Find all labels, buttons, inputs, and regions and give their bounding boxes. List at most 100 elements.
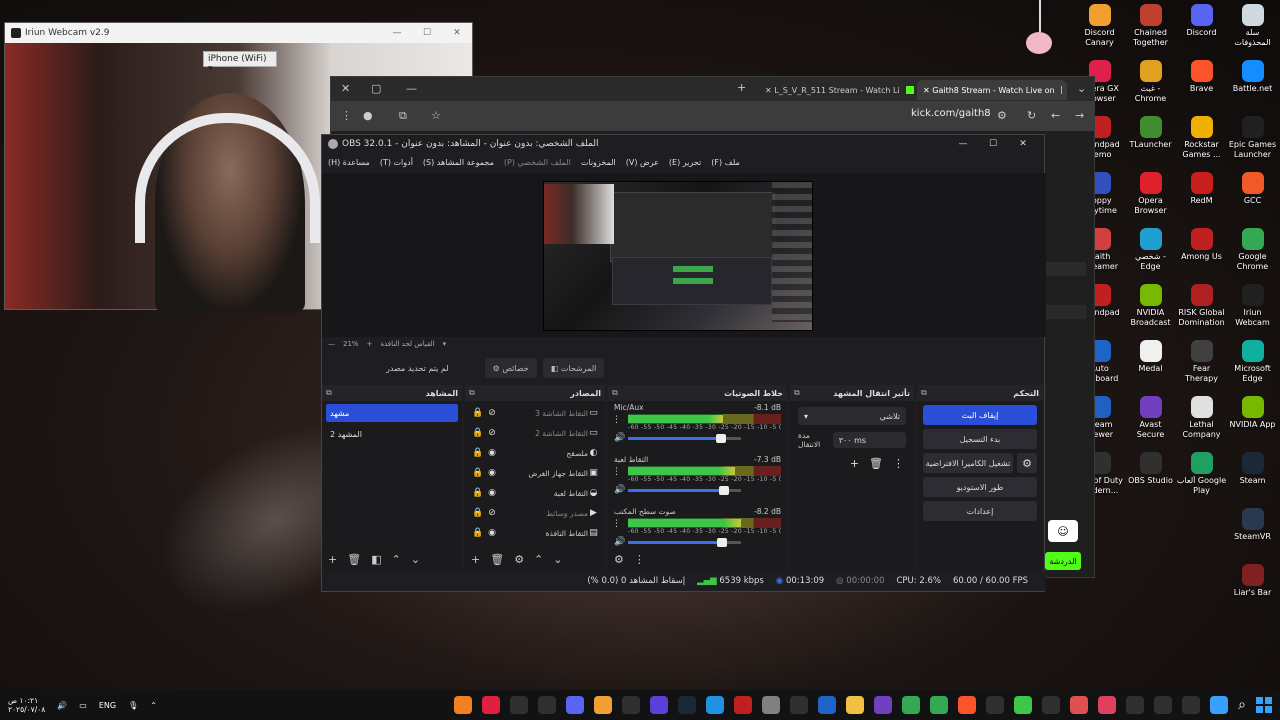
start-menu-icon[interactable]	[1256, 697, 1272, 713]
source-item[interactable]: 🔒 ◉ التقاط جهاز الغرض ▣	[465, 463, 605, 483]
desktop-icon[interactable]: RISK Global Domination	[1176, 284, 1227, 340]
emote-icon[interactable]: ☺	[1048, 520, 1078, 542]
undock-icon[interactable]: ⧉	[794, 388, 800, 398]
undock-icon[interactable]: ⧉	[921, 388, 927, 398]
clock[interactable]: ١٠:٢١ ص ٢٠٢٥/٠٧/٠٨	[8, 696, 45, 714]
start-virtual-camera-button[interactable]: تشغيل الكاميرا الافتراضية	[923, 453, 1013, 473]
scene-item[interactable]: مشهد	[326, 404, 458, 422]
taskbar-app-icon[interactable]	[986, 696, 1005, 714]
volume-slider[interactable]	[628, 433, 741, 443]
source-item[interactable]: 🔒 ◉ ملصقح ◐	[465, 443, 605, 463]
menu-item[interactable]: تحرير (E)	[669, 158, 701, 167]
tray-overflow-icon[interactable]: ⌃	[150, 701, 157, 710]
eye-hidden-icon[interactable]: ⊘	[485, 428, 499, 438]
menu-dots-icon[interactable]: ⋮	[612, 519, 621, 529]
lock-icon[interactable]: 🔒	[471, 448, 485, 458]
undock-icon[interactable]: ⧉	[326, 388, 332, 398]
taskbar-app-icon[interactable]	[762, 696, 781, 714]
menu-dots-icon[interactable]: ⋮	[612, 415, 621, 425]
desktop-icon[interactable]: شخصي - Edge	[1125, 228, 1176, 284]
menu-dots-icon[interactable]: ⋮	[634, 553, 645, 566]
trash-icon[interactable]: 🗑	[490, 553, 504, 566]
lock-icon[interactable]: 🔒	[471, 508, 485, 518]
taskbar-app-icon[interactable]	[874, 696, 893, 714]
taskbar-app-icon[interactable]	[454, 696, 473, 714]
slider-knob[interactable]	[715, 433, 726, 443]
back-icon[interactable]: ←	[1051, 109, 1060, 122]
desktop-icon[interactable]: Liar's Bar	[1227, 564, 1278, 620]
desktop-icon[interactable]: NVIDIA App	[1227, 396, 1278, 452]
taskbar-app-icon[interactable]	[1182, 696, 1201, 714]
eye-icon[interactable]: ◉	[485, 468, 499, 478]
zoom-fit-label[interactable]: القياس لحد النافذة	[380, 340, 434, 348]
menu-item[interactable]: ملف (F)	[711, 158, 740, 167]
source-item[interactable]: 🔒 ⊘ التقاط الشاشة 3 ▭	[465, 403, 605, 423]
desktop-icon[interactable]: Rockstar Games ...	[1176, 116, 1227, 172]
source-item[interactable]: 🔒 ⊘ التقاط الشاشة 2 ▭	[465, 423, 605, 443]
site-settings-icon[interactable]: ⚙	[997, 109, 1007, 122]
language-indicator[interactable]: ENG	[99, 701, 116, 710]
stream-preview[interactable]	[543, 181, 813, 331]
menu-item[interactable]: أدوات (T)	[380, 158, 413, 167]
minimize-icon[interactable]: —	[382, 28, 412, 38]
desktop-icon[interactable]: Iriun Webcam	[1227, 284, 1278, 340]
trash-icon[interactable]: 🗑	[347, 553, 361, 566]
source-item[interactable]: 🔒 ◉ التقاط لعبة ◒	[465, 483, 605, 503]
eye-hidden-icon[interactable]: ⊘	[485, 508, 499, 518]
lock-icon[interactable]: 🔒	[471, 468, 485, 478]
trash-icon[interactable]: 🗑	[869, 457, 883, 470]
taskbar-app-icon[interactable]	[846, 696, 865, 714]
desktop-icon[interactable]: سلة المحذوفات	[1227, 4, 1278, 60]
desktop-icon[interactable]: GCC	[1227, 172, 1278, 228]
maximize-icon[interactable]: ☐	[412, 28, 442, 38]
taskbar-app-icon[interactable]	[1210, 696, 1229, 714]
profile-avatar-icon[interactable]: ●	[363, 109, 373, 122]
add-icon[interactable]: +	[328, 553, 337, 566]
desktop-icon[interactable]: Microsoft Edge	[1227, 340, 1278, 396]
taskbar-app-icon[interactable]	[790, 696, 809, 714]
taskbar-app-icon[interactable]	[510, 696, 529, 714]
restore-window-icon[interactable]: ▢	[371, 82, 381, 95]
browser-tab-1[interactable]: ✕ L_S_V_R_511 Stream - Watch Li	[759, 80, 924, 100]
taskbar-app-icon[interactable]	[902, 696, 921, 714]
duration-input[interactable]: ٣٠٠ ms	[832, 432, 906, 448]
eye-icon[interactable]: ◉	[485, 488, 499, 498]
webcam-titlebar[interactable]: Iriun Webcam v2.9 — ☐ ✕	[5, 23, 472, 43]
desktop-icon[interactable]: Among Us	[1176, 228, 1227, 284]
microphone-icon[interactable]: 🎙	[128, 701, 138, 710]
zoom-in-icon[interactable]: +	[367, 340, 373, 348]
source-item[interactable]: 🔒 ⊘ مصدر وسائط ▶	[465, 503, 605, 523]
move-up-icon[interactable]: ⌃	[534, 553, 543, 566]
browser-tab-2[interactable]: ✕ Gaith8 Stream - Watch Live on	[917, 80, 1067, 100]
taskbar-app-icon[interactable]	[538, 696, 557, 714]
taskbar-app-icon[interactable]	[734, 696, 753, 714]
filter-icon[interactable]: ◧	[371, 553, 381, 566]
desktop-icon[interactable]: Battle.net	[1227, 60, 1278, 116]
gear-icon[interactable]: ⚙	[614, 553, 624, 566]
transition-select[interactable]: ▾ تلاشي	[798, 407, 906, 425]
volume-icon[interactable]: 🔊	[57, 701, 67, 710]
menu-item[interactable]: المخزونات	[581, 158, 616, 167]
eye-icon[interactable]: ◉	[485, 528, 499, 538]
bookmark-star-icon[interactable]: ☆	[431, 109, 441, 122]
menu-dots-icon[interactable]: ⋮	[893, 457, 904, 470]
desktop-icon[interactable]: Lethal Company	[1176, 396, 1227, 452]
desktop-icon[interactable]: Chained Together	[1125, 4, 1176, 60]
eye-hidden-icon[interactable]: ⊘	[485, 408, 499, 418]
taskbar-app-icon[interactable]	[566, 696, 585, 714]
slider-knob[interactable]	[716, 537, 727, 547]
lock-icon[interactable]: 🔒	[471, 488, 485, 498]
desktop-icon[interactable]: Medal	[1125, 340, 1176, 396]
start-recording-button[interactable]: بدء التسجيل	[923, 429, 1037, 449]
stop-streaming-button[interactable]: إيقاف البث	[923, 405, 1037, 425]
undock-icon[interactable]: ⧉	[612, 388, 618, 398]
taskbar-app-icon[interactable]	[1154, 696, 1173, 714]
desktop-icon[interactable]: NVIDIA Broadcast	[1125, 284, 1176, 340]
lock-icon[interactable]: 🔒	[471, 408, 485, 418]
desktop-icon[interactable]: Epic Games Launcher	[1227, 116, 1278, 172]
url-bar[interactable]: kick.com/gaith8	[911, 108, 991, 119]
taskbar-app-icon[interactable]	[594, 696, 613, 714]
search-icon[interactable]: ⌕	[1238, 697, 1246, 713]
undock-icon[interactable]: ⧉	[469, 388, 475, 398]
menu-item[interactable]: مساعدة (H)	[328, 158, 370, 167]
